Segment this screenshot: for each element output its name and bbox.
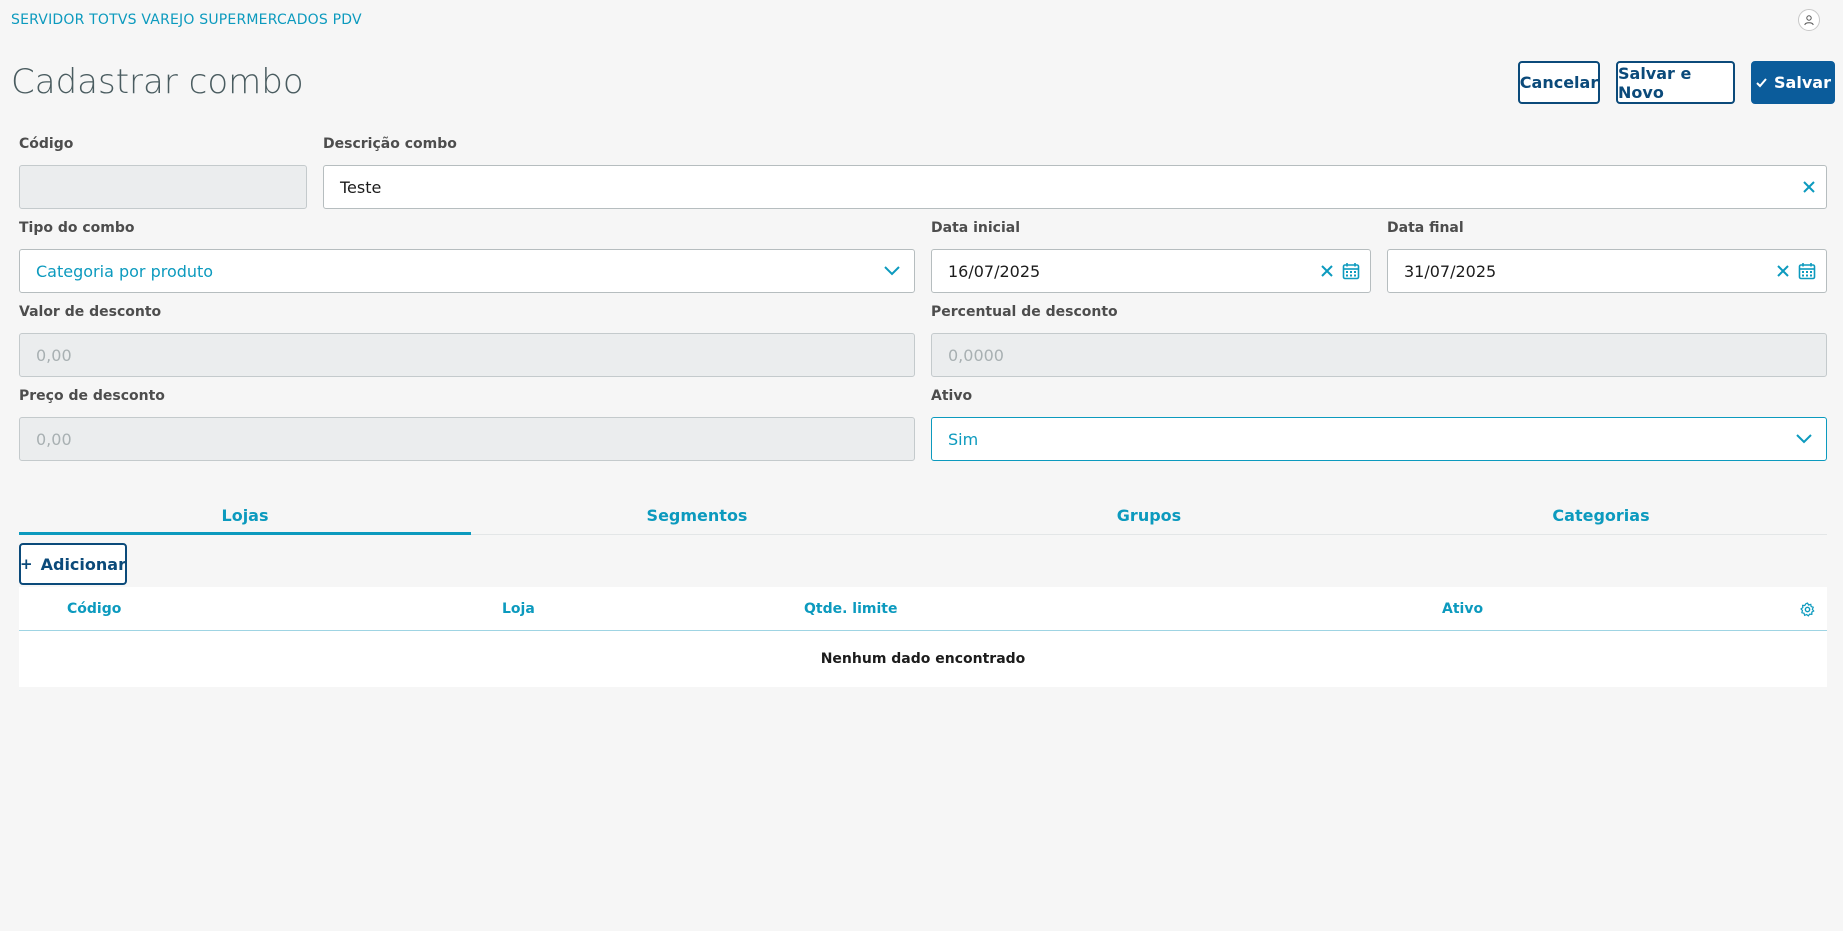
tipo-label: Tipo do combo [19, 220, 135, 236]
data-inicial-field[interactable]: 16/07/2025 [931, 249, 1371, 293]
clear-icon[interactable] [1802, 180, 1816, 194]
save-button[interactable]: Salvar [1751, 61, 1835, 104]
column-header-codigo[interactable]: Código [67, 601, 121, 617]
app-title: SERVIDOR TOTVS VAREJO SUPERMERCADOS PDV [11, 12, 362, 28]
gear-icon[interactable] [1800, 602, 1815, 617]
valor-desconto-label: Valor de desconto [19, 304, 162, 320]
clear-icon[interactable] [1320, 264, 1334, 278]
data-final-value: 31/07/2025 [1404, 261, 1497, 281]
tab-categorias[interactable]: Categorias [1375, 497, 1827, 534]
column-header-qtde-limite[interactable]: Qtde. limite [804, 601, 897, 617]
ativo-select[interactable]: Sim [931, 417, 1827, 461]
codigo-field [19, 165, 307, 209]
preco-desconto-label: Preço de desconto [19, 388, 165, 404]
tipo-value: Categoria por produto [36, 261, 214, 281]
data-inicial-label: Data inicial [931, 220, 1020, 236]
top-bar: SERVIDOR TOTVS VAREJO SUPERMERCADOS PDV [0, 0, 1843, 40]
ativo-label: Ativo [931, 388, 973, 404]
page-title: Cadastrar combo [11, 62, 304, 102]
preco-desconto-field: 0,00 [19, 417, 915, 461]
calendar-icon[interactable] [1342, 262, 1360, 280]
tipo-select[interactable]: Categoria por produto [19, 249, 915, 293]
save-button-label: Salvar [1774, 73, 1831, 92]
data-inicial-value: 16/07/2025 [948, 261, 1041, 281]
tab-lojas[interactable]: Lojas [19, 497, 471, 535]
user-avatar[interactable] [1798, 9, 1820, 31]
stores-table: Código Loja Qtde. limite Ativo Nenhum da… [19, 587, 1827, 687]
descricao-label: Descrição combo [323, 136, 457, 152]
table-header: Código Loja Qtde. limite Ativo [19, 587, 1827, 631]
valor-desconto-field: 0,00 [19, 333, 915, 377]
plus-icon: + [20, 555, 33, 573]
codigo-label: Código [19, 136, 74, 152]
check-icon [1756, 78, 1767, 88]
cancel-button[interactable]: Cancelar [1518, 61, 1600, 104]
add-button-label: Adicionar [40, 554, 126, 574]
data-final-label: Data final [1387, 220, 1464, 236]
add-button[interactable]: + Adicionar [19, 543, 127, 585]
descricao-value: Teste [340, 177, 382, 197]
column-header-loja[interactable]: Loja [502, 601, 535, 617]
calendar-icon[interactable] [1798, 262, 1816, 280]
data-final-field[interactable]: 31/07/2025 [1387, 249, 1827, 293]
save-new-button[interactable]: Salvar e Novo [1616, 61, 1735, 104]
chevron-down-icon [884, 266, 900, 276]
empty-state-text: Nenhum dado encontrado [820, 651, 1026, 667]
clear-icon[interactable] [1776, 264, 1790, 278]
percentual-desconto-field: 0,0000 [931, 333, 1827, 377]
tab-grupos[interactable]: Grupos [923, 497, 1375, 534]
descricao-field[interactable]: Teste [323, 165, 1827, 209]
user-icon [1804, 15, 1814, 26]
percentual-desconto-label: Percentual de desconto [931, 304, 1118, 320]
ativo-value: Sim [948, 429, 979, 449]
tab-bar: Lojas Segmentos Grupos Categorias [19, 497, 1827, 535]
tab-segmentos[interactable]: Segmentos [471, 497, 923, 534]
column-header-ativo[interactable]: Ativo [1442, 601, 1483, 617]
chevron-down-icon [1796, 434, 1812, 444]
